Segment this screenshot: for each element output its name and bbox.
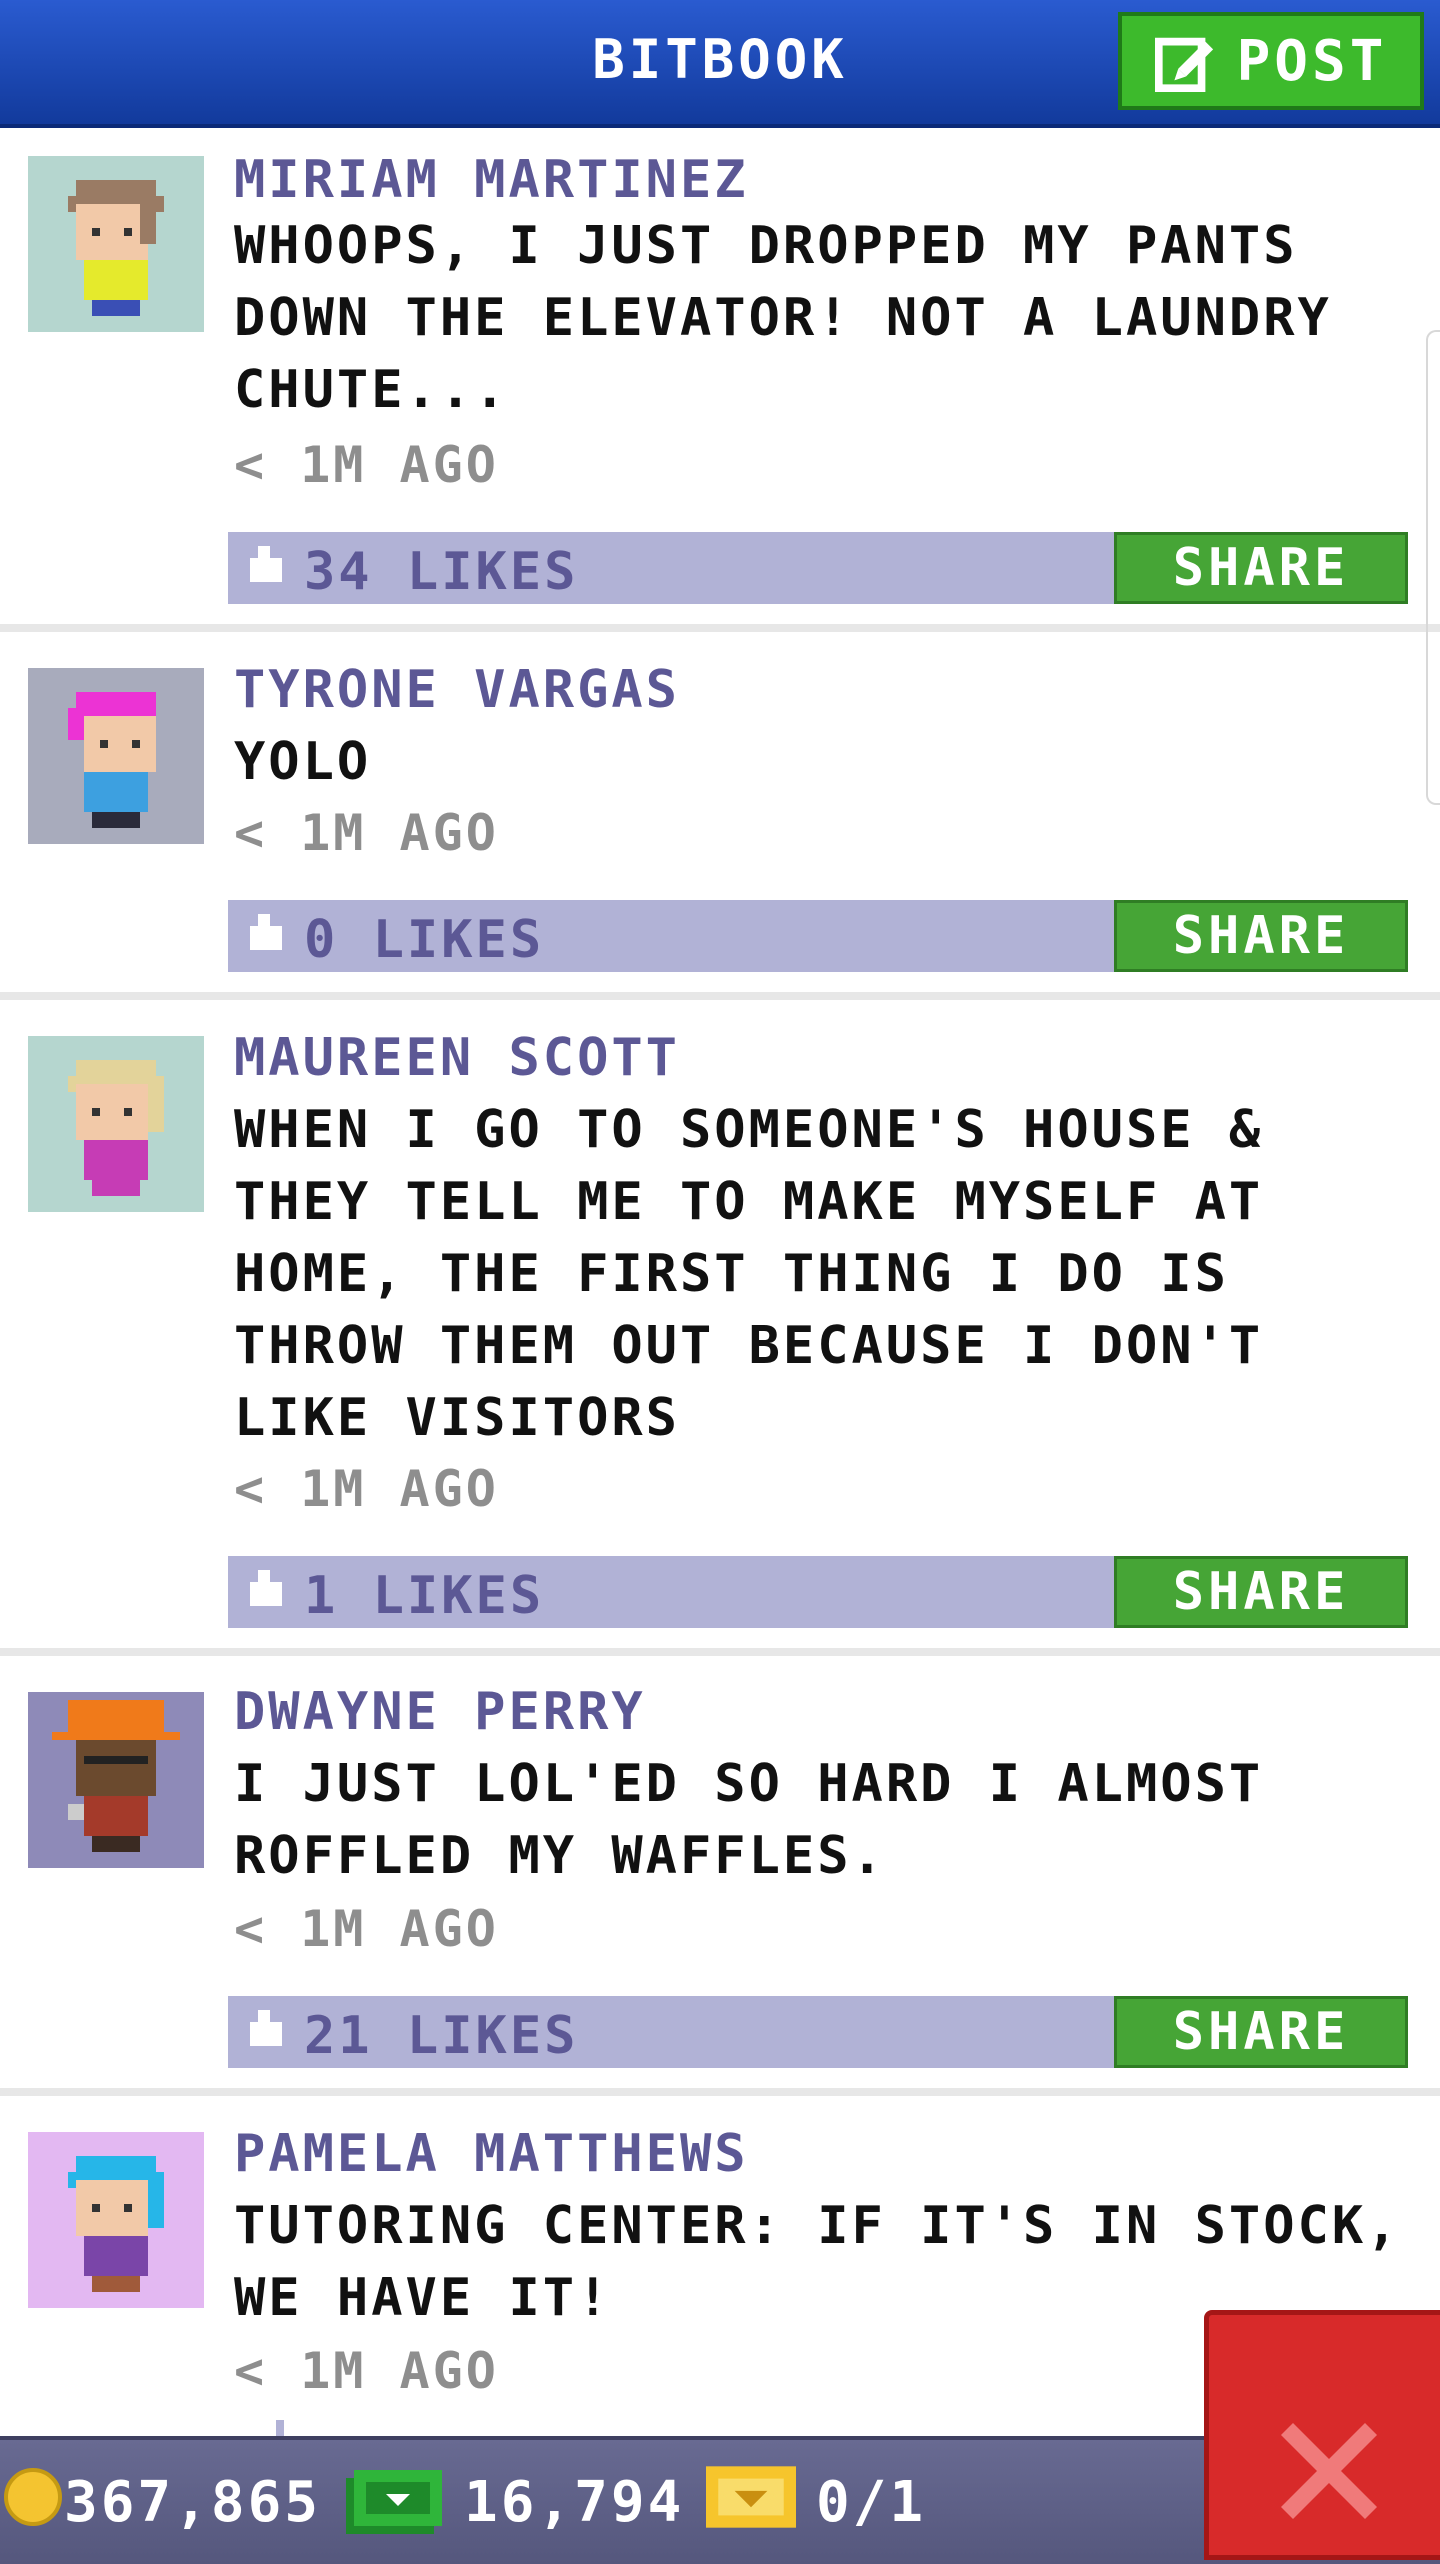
post-button-label: POST xyxy=(1236,28,1388,94)
bux-icon xyxy=(346,2470,442,2534)
avatar xyxy=(28,1692,204,1868)
header-bar: BITBOOK POST xyxy=(0,0,1440,128)
post-message: WHEN I GO TO SOMEONE'S HOUSE & THEY TELL… xyxy=(234,1100,1264,1448)
post-author[interactable]: DWAYNE PERRY xyxy=(234,1682,646,1742)
thumbs-up-icon[interactable] xyxy=(246,886,286,958)
post-button[interactable]: POST xyxy=(1118,12,1424,110)
feed-post: DWAYNE PERRY I JUST LOL'ED SO HARD I ALM… xyxy=(0,1656,1440,2096)
like-bar: 21 LIKES SHARE xyxy=(228,1982,1408,2068)
share-button[interactable]: SHARE xyxy=(1114,1556,1408,1628)
compose-icon xyxy=(1154,37,1213,92)
coin-icon xyxy=(4,2468,62,2526)
coins-count: 367,865 xyxy=(64,2470,322,2535)
likes-count: 1 LIKES xyxy=(304,1566,545,1626)
like-bar: 1 LIKES SHARE xyxy=(228,1542,1408,1628)
ticket-icon xyxy=(706,2466,796,2528)
character-avatar-icon xyxy=(28,1692,204,1868)
avatar xyxy=(28,668,204,844)
post-message: WHOOPS, I JUST DROPPED MY PANTS DOWN THE… xyxy=(234,216,1332,420)
post-timestamp: < 1M AGO xyxy=(234,436,499,494)
post-timestamp: < 1M AGO xyxy=(234,804,499,862)
divider xyxy=(0,2088,1440,2096)
feed-post: TYRONE VARGAS YOLO < 1M AGO 0 LIKES SHAR… xyxy=(0,632,1440,1000)
character-avatar-icon xyxy=(28,156,204,332)
scrollbar[interactable] xyxy=(1426,330,1440,805)
avatar xyxy=(28,1036,204,1212)
post-author[interactable]: MIRIAM MARTINEZ xyxy=(234,150,749,210)
thumbs-up-icon[interactable] xyxy=(246,1982,286,2054)
share-button[interactable]: SHARE xyxy=(1114,900,1408,972)
thumbs-up-icon[interactable] xyxy=(246,518,286,590)
character-avatar-icon xyxy=(28,1036,204,1212)
close-button[interactable] xyxy=(1204,2310,1440,2560)
close-icon xyxy=(1281,2423,1377,2519)
post-timestamp: < 1M AGO xyxy=(234,1900,499,1958)
likes-count: 21 LIKES xyxy=(304,2006,579,2066)
bux-count: 16,794 xyxy=(464,2470,685,2535)
character-avatar-icon xyxy=(28,668,204,844)
post-message: YOLO xyxy=(234,732,372,792)
feed-post: MAUREEN SCOTT WHEN I GO TO SOMEONE'S HOU… xyxy=(0,1000,1440,1656)
avatar xyxy=(28,2132,204,2308)
post-author[interactable]: TYRONE VARGAS xyxy=(234,660,680,720)
post-timestamp: < 1M AGO xyxy=(234,2342,499,2400)
like-bar: 34 LIKES SHARE xyxy=(228,518,1408,604)
thumbs-up-icon[interactable] xyxy=(264,2420,304,2436)
post-author[interactable]: MAUREEN SCOTT xyxy=(234,1028,680,1088)
share-button[interactable]: SHARE xyxy=(1114,1996,1408,2068)
thumbs-up-icon[interactable] xyxy=(246,1542,286,1614)
likes-count: 34 LIKES xyxy=(304,542,579,602)
tickets-count: 0/1 xyxy=(816,2470,927,2535)
character-avatar-icon xyxy=(28,2132,204,2308)
divider xyxy=(0,992,1440,1000)
feed-post: MIRIAM MARTINEZ WHOOPS, I JUST DROPPED M… xyxy=(0,128,1440,632)
divider xyxy=(0,1648,1440,1656)
share-button[interactable]: SHARE xyxy=(1114,532,1408,604)
post-author[interactable]: PAMELA MATTHEWS xyxy=(234,2124,749,2184)
like-bar: 0 LIKES SHARE xyxy=(228,886,1408,972)
post-timestamp: < 1M AGO xyxy=(234,1460,499,1518)
avatar xyxy=(28,156,204,332)
divider xyxy=(0,624,1440,632)
likes-count: 0 LIKES xyxy=(304,910,545,970)
post-message: I JUST LOL'ED SO HARD I ALMOST ROFFLED M… xyxy=(234,1754,1264,1886)
